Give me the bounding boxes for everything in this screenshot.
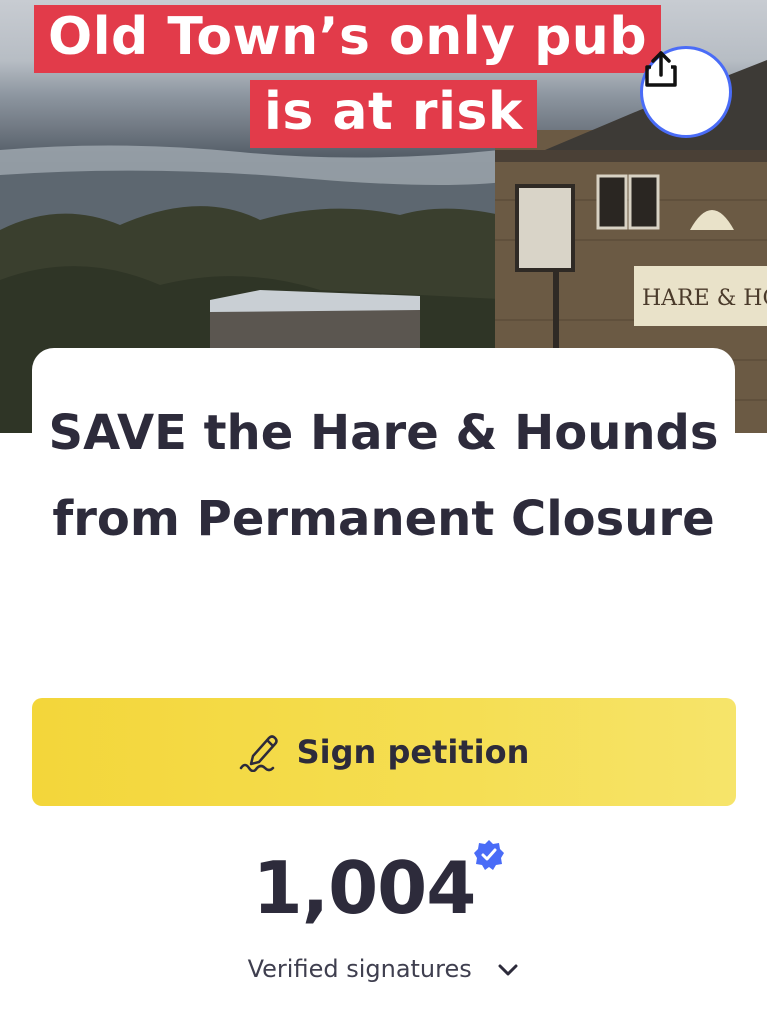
verified-signatures-label: Verified signatures [247,955,472,983]
share-button[interactable] [640,46,732,138]
headline-overlay-line-2: is at risk [250,80,537,148]
pub-name-board: HARE & HOUN [642,286,767,311]
chevron-down-icon [498,964,518,976]
share-icon [645,51,677,87]
verified-signatures-toggle[interactable]: Verified signatures [0,955,767,983]
sign-petition-label: Sign petition [296,733,530,771]
headline-overlay-line-1: Old Town’s only pub [34,5,662,73]
sign-petition-button[interactable]: Sign petition [32,698,736,806]
signature-pen-icon [239,735,278,772]
petition-title: SAVE the Hare & Hounds from Permanent Cl… [48,405,719,547]
signature-count: 1,004 [252,846,477,930]
verified-badge-icon [474,840,504,870]
